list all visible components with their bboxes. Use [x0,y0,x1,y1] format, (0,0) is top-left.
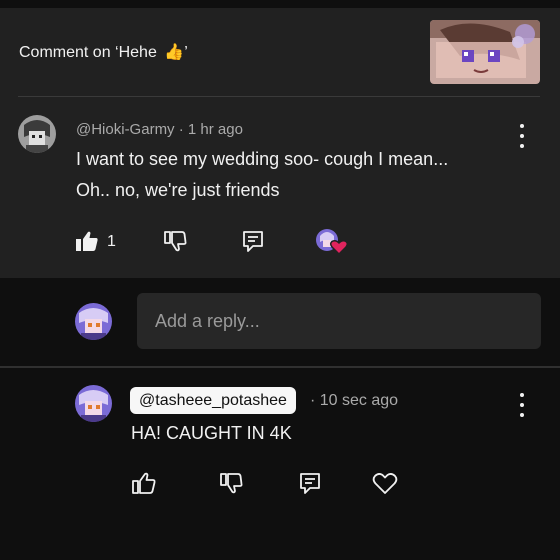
dislike-icon[interactable] [219,472,243,499]
reply-text: HA! CAUGHT IN 4K [131,423,292,443]
meta-separator: · [178,121,184,138]
header-title: Comment on ‘Hehe 👍’ [19,42,188,62]
reply-time: 10 sec ago [319,392,399,409]
header-divider [18,96,540,97]
header-title-text: Comment on ‘Hehe [19,44,157,61]
dislike-icon[interactable] [163,230,187,257]
reply-icon[interactable] [298,471,322,500]
reply-icon[interactable] [241,229,265,258]
video-thumbnail[interactable] [430,20,540,84]
comment-text-line-2: Oh.. no, we're just friends [76,180,280,200]
reply-divider [0,366,560,368]
reply-username-chip[interactable]: @tasheee_potashee [130,387,296,414]
heart-icon[interactable] [372,471,398,500]
reply-composer [0,278,560,366]
meta-separator: · [310,392,316,409]
like-count: 1 [107,233,116,250]
more-vert-icon[interactable] [512,393,532,417]
more-vert-icon[interactable] [512,124,532,148]
comment-text-line-1: I want to see my wedding soo- cough I me… [76,149,449,169]
creator-heart-icon [315,228,349,261]
like-icon[interactable] [132,472,156,499]
parent-comment-card: Comment on ‘Hehe 👍’ @Hioki-Garmy · 1 hr … [0,8,560,278]
comment-username[interactable]: @Hioki-Garmy [76,121,175,138]
comment-meta: @Hioki-Garmy · 1 hr ago [76,121,243,138]
top-strip [0,0,560,8]
comments-header: Comment on ‘Hehe 👍’ [0,8,560,96]
header-title-end: ’ [184,44,188,61]
thumbs-up-emoji: 👍 [164,44,185,61]
comment-time: 1 hr ago [187,121,243,138]
reply-meta: · 10 sec ago [310,392,398,410]
reply-input[interactable] [137,293,541,349]
avatar[interactable] [75,385,112,422]
avatar[interactable] [18,115,56,153]
avatar [75,303,112,340]
like-icon[interactable] [75,230,99,257]
